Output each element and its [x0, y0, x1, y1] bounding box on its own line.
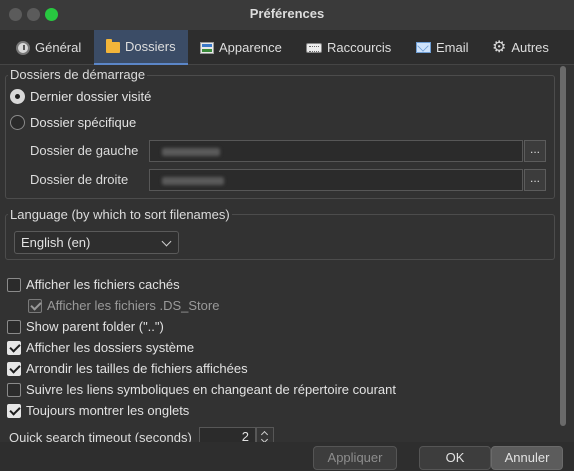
scrollbar[interactable] [558, 66, 568, 426]
chevron-down-icon [161, 236, 172, 247]
clock-icon [16, 40, 30, 55]
browse-left-button[interactable]: ... [524, 140, 546, 162]
left-folder-label: Dossier de gauche [30, 143, 139, 158]
checkbox [7, 340, 21, 355]
tab-autres[interactable]: ⚙ Autres [492, 30, 549, 65]
window-title: Préférences [249, 6, 325, 21]
checkbox [28, 298, 42, 313]
option-show-hidden[interactable]: Afficher les fichiers cachés [7, 277, 180, 292]
language-group-title: Language (by which to sort filenames) [8, 207, 232, 222]
mail-icon [416, 42, 431, 53]
language-select-value: English (en) [21, 235, 91, 250]
option-round-sizes[interactable]: Arrondir les tailles de fichiers affiché… [7, 361, 248, 376]
tab-dossiers-label: Dossiers [125, 39, 176, 54]
tab-general-label: Général [35, 40, 82, 55]
tab-bar: Général Dossiers Apparence Raccourcis Em… [0, 30, 574, 65]
appearance-icon [200, 41, 214, 54]
radio-specific-folder[interactable]: Dossier spécifique [10, 115, 136, 130]
language-select[interactable]: English (en) [14, 231, 179, 254]
tab-email-label: Email [436, 40, 469, 55]
folder-icon [106, 39, 120, 53]
option-system-folders[interactable]: Afficher les dossiers système [7, 340, 194, 355]
apply-button[interactable]: Appliquer [313, 446, 397, 470]
option-follow-symlinks-label: Suivre les liens symboliques en changean… [26, 382, 396, 397]
browse-right-button[interactable]: ... [524, 169, 546, 191]
radio-last-folder-label: Dernier dossier visité [30, 89, 152, 104]
option-show-ds-store-label: Afficher les fichiers .DS_Store [47, 298, 220, 313]
tab-apparence-label: Apparence [219, 40, 282, 55]
gear-icon: ⚙ [492, 38, 507, 56]
tab-email[interactable]: Email [416, 30, 469, 65]
checkbox [7, 361, 21, 376]
option-always-tabs-label: Toujours montrer les onglets [26, 403, 190, 418]
option-show-ds-store: Afficher les fichiers .DS_Store [28, 298, 219, 313]
tab-apparence[interactable]: Apparence [200, 30, 282, 65]
checkbox [7, 403, 21, 418]
title-bar: Préférences [0, 0, 574, 30]
ok-button[interactable]: OK [419, 446, 491, 470]
cancel-button[interactable]: Annuler [491, 446, 563, 470]
option-show-parent-label: Show parent folder ("..") [26, 319, 164, 334]
radio-last-folder[interactable]: Dernier dossier visité [10, 89, 151, 104]
checkbox [7, 277, 21, 292]
radio-indicator [10, 115, 25, 130]
tab-autres-label: Autres [511, 40, 549, 55]
tab-raccourcis[interactable]: Raccourcis [306, 30, 391, 65]
button-bar: Appliquer OK Annuler [0, 442, 574, 471]
redacted-path [162, 148, 220, 156]
tab-raccourcis-label: Raccourcis [327, 40, 392, 55]
option-always-tabs[interactable]: Toujours montrer les onglets [7, 403, 189, 418]
left-folder-input[interactable] [149, 140, 523, 162]
option-system-folders-label: Afficher les dossiers système [26, 340, 195, 355]
scrollbar-thumb[interactable] [560, 66, 566, 426]
option-show-parent[interactable]: Show parent folder ("..") [7, 319, 164, 334]
radio-indicator [10, 89, 25, 104]
option-follow-symlinks[interactable]: Suivre les liens symboliques en changean… [7, 382, 396, 397]
right-folder-input[interactable] [149, 169, 523, 191]
startup-folders-title: Dossiers de démarrage [8, 67, 148, 82]
keyboard-icon [306, 42, 322, 53]
right-folder-label: Dossier de droite [30, 172, 129, 187]
checkbox [7, 319, 21, 334]
checkbox [7, 382, 21, 397]
tab-dossiers[interactable]: Dossiers [94, 30, 188, 65]
tab-general[interactable]: Général [16, 30, 81, 65]
option-round-sizes-label: Arrondir les tailles de fichiers affiché… [26, 361, 248, 376]
radio-specific-folder-label: Dossier spécifique [30, 115, 137, 130]
option-show-hidden-label: Afficher les fichiers cachés [26, 277, 180, 292]
redacted-path [162, 177, 224, 185]
